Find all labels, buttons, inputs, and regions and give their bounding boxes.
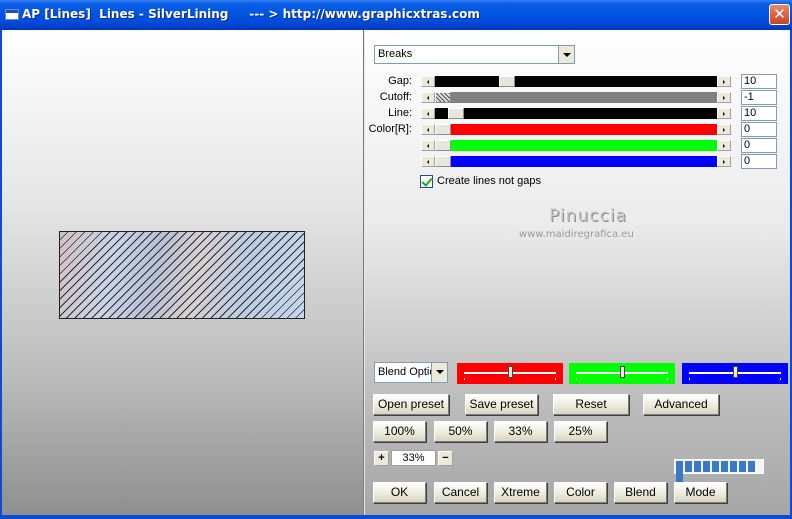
cancel-button[interactable]: Cancel xyxy=(434,482,487,503)
color-b-track[interactable] xyxy=(435,156,717,167)
color-r-thumb[interactable] xyxy=(435,124,451,135)
line-thumb[interactable] xyxy=(448,108,464,119)
gap-track[interactable] xyxy=(435,76,717,87)
color-g-value-field[interactable]: 0 xyxy=(741,138,777,153)
save-preset-button[interactable]: Save preset xyxy=(465,394,538,415)
progress-segment xyxy=(703,461,710,472)
progress-segment xyxy=(712,461,719,472)
create-lines-checkbox[interactable] xyxy=(420,175,433,188)
blend-button[interactable]: Blend xyxy=(614,482,667,503)
advanced-button[interactable]: Advanced xyxy=(643,394,719,415)
color-g-track[interactable] xyxy=(435,140,717,151)
gap-value-field[interactable]: 10 xyxy=(741,74,777,89)
color-r-track[interactable] xyxy=(435,124,717,135)
blend-blue-thumb[interactable] xyxy=(733,366,738,378)
blend-red-thumb[interactable] xyxy=(508,366,513,378)
preview-image xyxy=(59,231,305,319)
chevron-down-icon[interactable] xyxy=(431,363,447,382)
preview-panel xyxy=(2,30,364,515)
color-g-thumb[interactable] xyxy=(435,140,451,151)
window-title: AP [Lines] Lines - SilverLining --- > ht… xyxy=(22,7,480,21)
color-r-slider[interactable] xyxy=(421,124,731,135)
watermark-name: Pinuccia xyxy=(549,206,627,226)
line-label: Line: xyxy=(388,107,412,119)
gap-thumb[interactable] xyxy=(499,76,515,87)
xtreme-button[interactable]: Xtreme xyxy=(494,482,547,503)
line-slider[interactable] xyxy=(421,108,731,119)
blend-options-select[interactable]: Blend Optio xyxy=(374,362,448,383)
chevron-down-icon[interactable] xyxy=(558,46,574,63)
cutoff-label: Cutoff: xyxy=(379,91,412,103)
line-track[interactable] xyxy=(435,108,717,119)
blend-options-value: Blend Optio xyxy=(378,366,432,378)
line-value-field[interactable]: 10 xyxy=(741,106,777,121)
gap-slider[interactable] xyxy=(421,76,731,87)
color-b-slider[interactable] xyxy=(421,156,731,167)
arrow-right-icon[interactable] xyxy=(717,76,731,87)
slider-ticks xyxy=(464,378,556,380)
progress-segment xyxy=(739,461,746,472)
arrow-right-icon[interactable] xyxy=(717,124,731,135)
slider-ticks xyxy=(689,378,781,380)
zoom-100-button[interactable]: 100% xyxy=(373,421,426,442)
mode-button[interactable]: Mode xyxy=(674,482,727,503)
ok-button[interactable]: OK xyxy=(373,482,426,503)
arrow-left-icon[interactable] xyxy=(421,76,435,87)
zoom-33-button[interactable]: 33% xyxy=(494,421,547,442)
cutoff-thumb[interactable] xyxy=(435,92,451,103)
mode-select-value: Breaks xyxy=(378,48,413,60)
window-icon xyxy=(5,9,19,20)
zoom-in-button[interactable]: + xyxy=(374,451,389,466)
progress-segment xyxy=(748,461,755,472)
zoom-25-button[interactable]: 25% xyxy=(554,421,607,442)
arrow-left-icon[interactable] xyxy=(421,140,435,151)
color-g-slider[interactable] xyxy=(421,140,731,151)
arrow-right-icon[interactable] xyxy=(717,156,731,167)
gap-label: Gap: xyxy=(388,75,412,87)
create-lines-label: Create lines not gaps xyxy=(437,175,541,187)
blend-green-slider[interactable] xyxy=(569,363,675,384)
reset-button[interactable]: Reset xyxy=(553,394,629,415)
arrow-left-icon[interactable] xyxy=(421,108,435,119)
zoom-field[interactable]: 33% xyxy=(391,450,436,466)
progress-segment xyxy=(685,461,692,472)
open-preset-button[interactable]: Open preset xyxy=(373,394,449,415)
arrow-right-icon[interactable] xyxy=(717,92,731,103)
color-r-label: Color[R]: xyxy=(368,123,412,135)
arrow-right-icon[interactable] xyxy=(717,140,731,151)
slider-ticks xyxy=(576,378,668,380)
mode-select[interactable]: Breaks xyxy=(374,45,575,64)
arrow-left-icon[interactable] xyxy=(421,92,435,103)
title-bar: AP [Lines] Lines - SilverLining --- > ht… xyxy=(0,0,792,30)
zoom-out-button[interactable]: − xyxy=(438,451,453,466)
progress-segment xyxy=(721,461,728,472)
progress-segment xyxy=(694,461,701,472)
blend-red-slider[interactable] xyxy=(457,363,563,384)
watermark-url: www.maidiregrafica.eu xyxy=(519,229,634,240)
arrow-left-icon[interactable] xyxy=(421,156,435,167)
progress-segment xyxy=(676,461,683,472)
cutoff-value-field[interactable]: -1 xyxy=(741,90,777,105)
blend-green-thumb[interactable] xyxy=(620,366,625,378)
progress-segment xyxy=(730,461,737,472)
color-button[interactable]: Color xyxy=(554,482,607,503)
color-b-thumb[interactable] xyxy=(435,156,451,167)
cutoff-slider[interactable] xyxy=(421,92,731,103)
color-r-value-field[interactable]: 0 xyxy=(741,122,777,137)
cutoff-track[interactable] xyxy=(435,92,717,103)
arrow-left-icon[interactable] xyxy=(421,124,435,135)
close-icon: ✕ xyxy=(773,5,786,23)
arrow-right-icon[interactable] xyxy=(717,108,731,119)
blend-blue-slider[interactable] xyxy=(682,363,788,384)
zoom-50-button[interactable]: 50% xyxy=(434,421,487,442)
progress-bar xyxy=(674,459,764,483)
close-button[interactable]: ✕ xyxy=(769,4,790,25)
window-frame-bottom xyxy=(0,515,792,519)
color-b-value-field[interactable]: 0 xyxy=(741,154,777,169)
